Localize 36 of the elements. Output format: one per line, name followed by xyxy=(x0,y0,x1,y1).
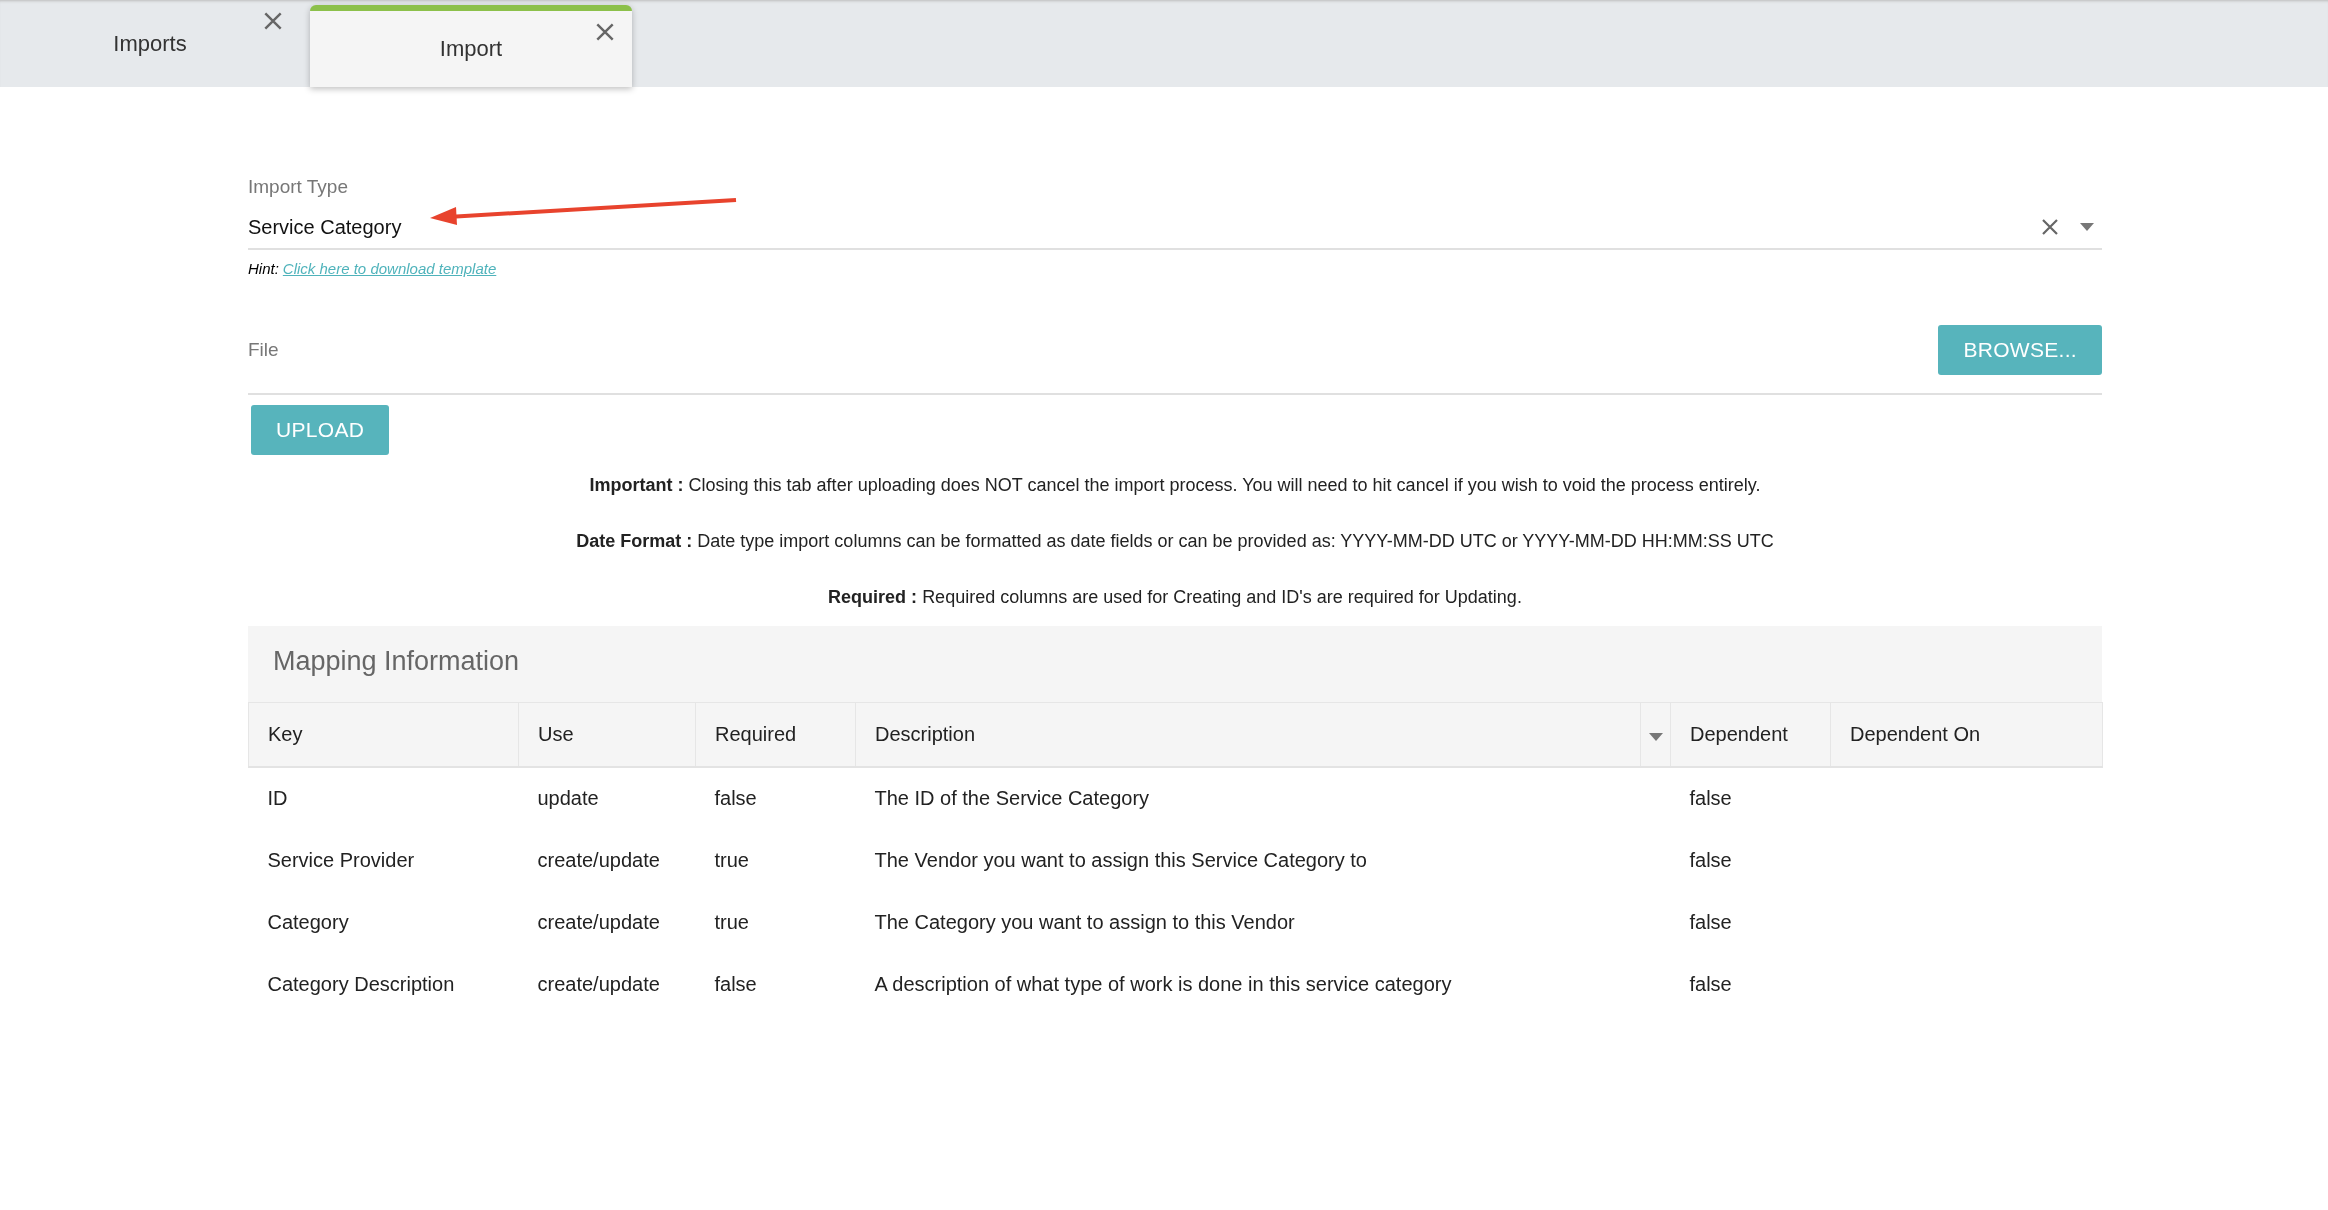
panel-title: Mapping Information xyxy=(272,645,521,678)
import-type-select[interactable]: Service Category xyxy=(248,206,2102,250)
table-cell: ID xyxy=(248,766,519,830)
table-cell: create/update xyxy=(518,953,696,1016)
hint-label: Hint: xyxy=(248,260,279,277)
field-label: Import Type xyxy=(248,176,349,198)
tab[interactable]: Import xyxy=(310,5,632,87)
column-header[interactable]: Dependent xyxy=(1670,702,1831,767)
table-cell: create/update xyxy=(518,891,696,954)
table-cell: create/update xyxy=(518,829,696,892)
table-cell: The Vendor you want to assign this Service Category to xyxy=(855,829,1671,892)
table-cell: false xyxy=(1670,829,1831,892)
column-header[interactable]: Key xyxy=(248,702,519,767)
info-note: Required : Required columns are used for Creating and ID's are required for Updating. xyxy=(828,587,1522,608)
column-header[interactable]: Use xyxy=(518,702,696,767)
table-cell: Category Description xyxy=(248,953,519,1016)
table-cell: true xyxy=(695,829,856,892)
table-cell: false xyxy=(1670,766,1831,830)
table-cell: A description of what type of work is done in this service category xyxy=(855,953,1671,1016)
info-note: Date Format : Date type import columns can be formatted as date fields or can be provided as: YYYY-MM-DD UTC or YYYY-MM-DD HH:MM:SS UTC xyxy=(576,531,1774,552)
table-cell: false xyxy=(1670,953,1831,1016)
table-cell: false xyxy=(695,953,856,1016)
table-cell: The Category you want to assign to this Vendor xyxy=(855,891,1671,954)
field-label: File xyxy=(248,339,279,361)
table-cell: The ID of the Service Category xyxy=(855,766,1671,830)
table-cell: false xyxy=(695,766,856,830)
tab[interactable]: Imports xyxy=(0,0,300,87)
column-header[interactable]: Dependent On xyxy=(1830,702,2103,767)
column-header[interactable]: Required xyxy=(695,702,856,767)
table-cell: update xyxy=(518,766,696,830)
table-cell: Service Provider xyxy=(248,829,519,892)
column-header[interactable]: Description xyxy=(855,702,1641,767)
table-cell: true xyxy=(695,891,856,954)
table-cell: false xyxy=(1670,891,1831,954)
info-note: Important : Closing this tab after uploading does NOT cancel the import process. You will need to hit cancel if you wish to void the process entirely. xyxy=(589,475,1761,496)
table-cell: Category xyxy=(248,891,519,954)
